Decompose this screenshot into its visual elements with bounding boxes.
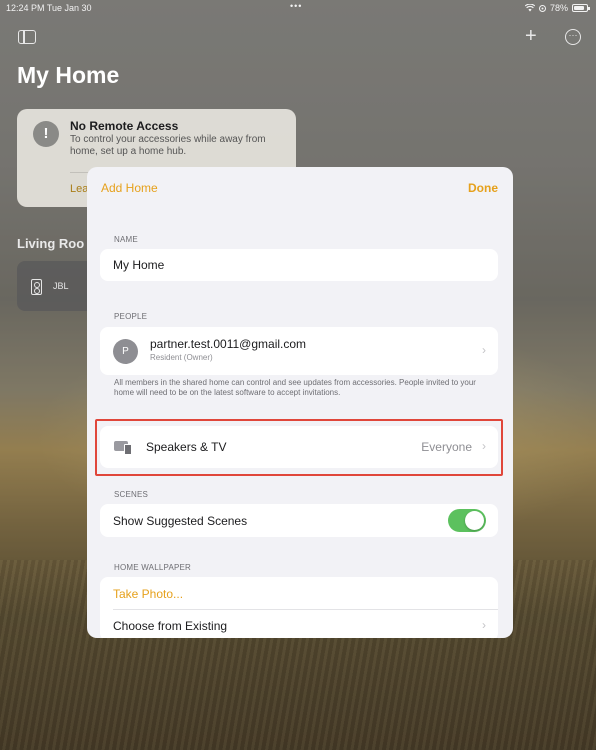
- more-options-icon[interactable]: ···: [565, 29, 581, 45]
- person-row[interactable]: P partner.test.0011@gmail.com Resident (…: [100, 327, 498, 375]
- divider: [113, 609, 498, 610]
- scenes-section-label: SCENES: [114, 490, 149, 499]
- sheet-header: Add Home Done: [87, 167, 513, 207]
- speaker-icon: [31, 279, 42, 295]
- home-name-value[interactable]: My Home: [113, 258, 164, 272]
- chevron-right-icon: ›: [482, 618, 486, 632]
- person-role: Resident (Owner): [150, 353, 213, 362]
- battery-icon: [572, 4, 590, 12]
- chevron-right-icon: ›: [482, 343, 486, 357]
- add-icon[interactable]: +: [525, 26, 537, 46]
- person-email: partner.test.0011@gmail.com: [150, 337, 307, 351]
- wallpaper-section-label: HOME WALLPAPER: [114, 563, 192, 572]
- remote-access-description: To control your accessories while away f…: [70, 134, 266, 157]
- sheet-title: Add Home: [101, 181, 158, 195]
- home-name-field[interactable]: My Home: [100, 249, 498, 281]
- name-section-label: NAME: [114, 235, 138, 244]
- status-bar: 12:24 PM Tue Jan 30 ••• 78%: [0, 0, 596, 14]
- room-section-label: Living Roo: [17, 236, 85, 251]
- people-footnote: All members in the shared home can contr…: [114, 378, 476, 397]
- warning-icon: !: [33, 121, 59, 147]
- toggle-knob: [465, 511, 484, 530]
- speakers-tv-value: Everyone: [421, 440, 472, 454]
- avatar: P: [113, 339, 138, 364]
- choose-existing-button[interactable]: Choose from Existing: [113, 619, 227, 633]
- speakers-tv-icon: [114, 441, 134, 455]
- page-title: My Home: [17, 62, 120, 88]
- status-right: 78%: [524, 3, 590, 13]
- wifi-icon: [524, 4, 535, 12]
- suggested-scenes-row: Show Suggested Scenes: [100, 504, 498, 537]
- done-button[interactable]: Done: [468, 181, 498, 195]
- accessory-tile-label: JBL: [53, 281, 69, 291]
- learn-more-link[interactable]: Lea: [70, 183, 88, 195]
- speakers-tv-row[interactable]: Speakers & TV Everyone ›: [100, 426, 498, 468]
- chevron-right-icon: ›: [482, 439, 486, 453]
- wallpaper-group: Take Photo... Choose from Existing ›: [100, 577, 498, 638]
- people-section-label: PEOPLE: [114, 312, 148, 321]
- accessory-tile[interactable]: JBL: [17, 261, 97, 311]
- suggested-scenes-toggle[interactable]: [448, 509, 486, 532]
- add-home-sheet: Add Home Done NAME My Home PEOPLE P part…: [87, 167, 513, 638]
- speakers-tv-label: Speakers & TV: [146, 440, 227, 454]
- remote-access-title: No Remote Access: [70, 119, 179, 133]
- suggested-scenes-label: Show Suggested Scenes: [113, 514, 248, 528]
- battery-percent: 78%: [549, 3, 568, 13]
- location-icon: [538, 4, 546, 12]
- take-photo-button[interactable]: Take Photo...: [113, 587, 183, 601]
- status-time: 12:24 PM Tue Jan 30: [6, 3, 92, 13]
- sidebar-toggle-icon[interactable]: [18, 30, 36, 44]
- multitasking-dots[interactable]: •••: [290, 1, 302, 11]
